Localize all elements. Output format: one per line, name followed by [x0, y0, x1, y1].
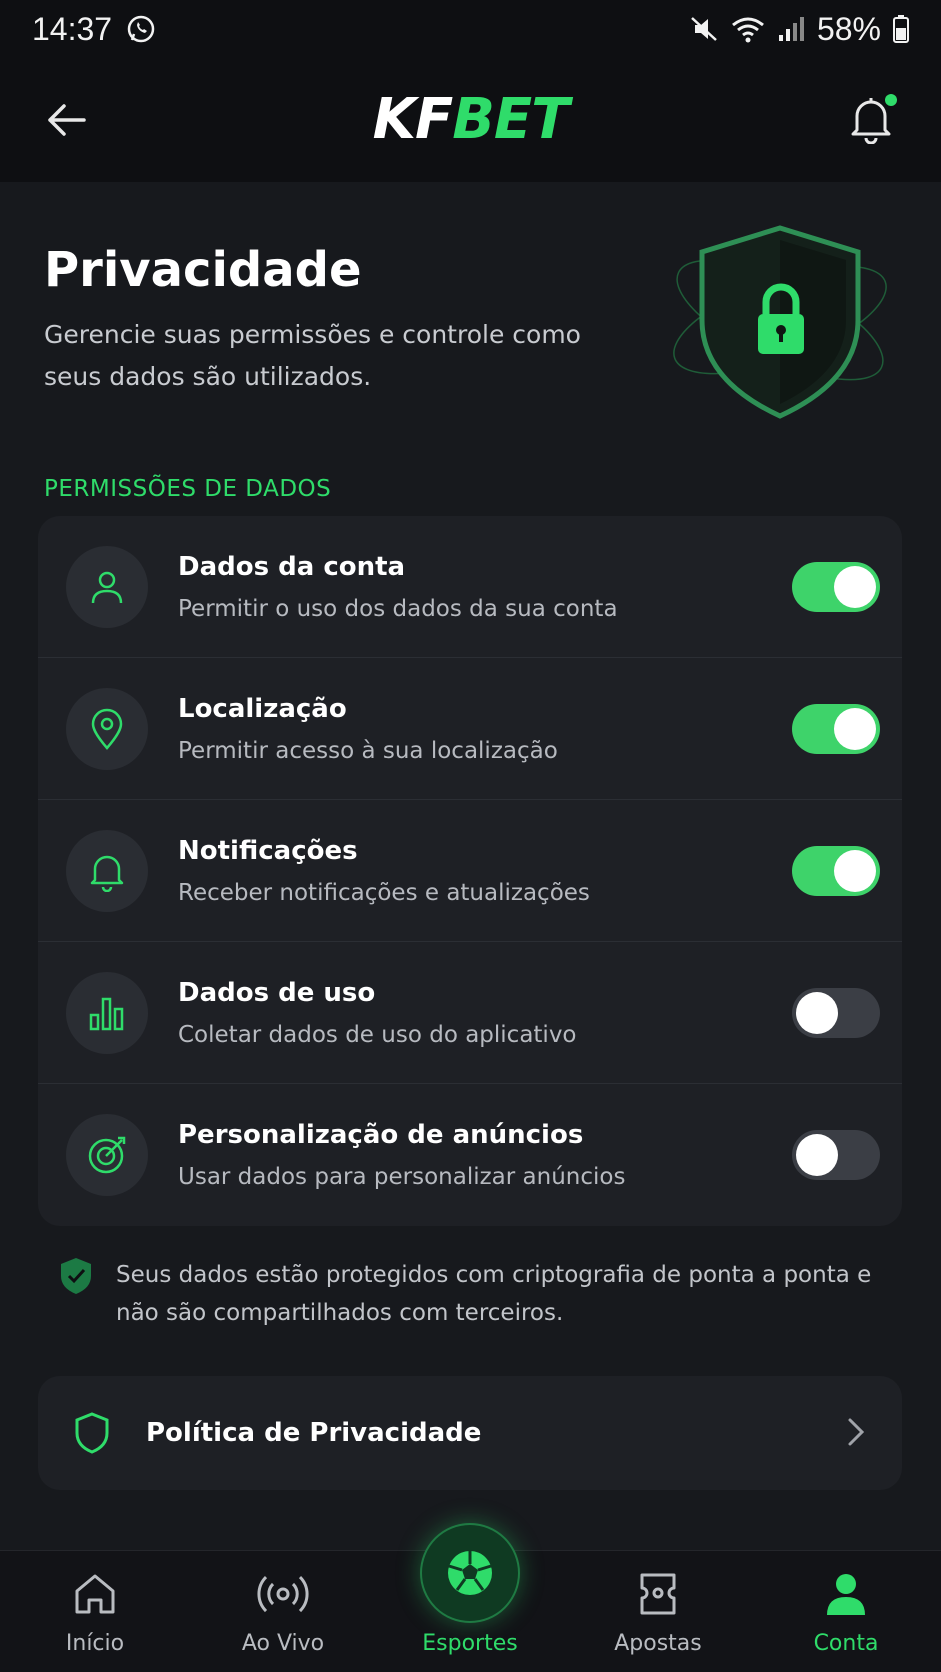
encryption-note-text: Seus dados estão protegidos com criptogr…: [116, 1262, 872, 1326]
nav-label: Apostas: [614, 1631, 702, 1656]
permission-desc: Permitir o uso dos dados da sua conta: [178, 596, 618, 622]
status-time: 14:37: [32, 10, 113, 47]
encryption-note: Seus dados estão protegidos com criptogr…: [58, 1256, 888, 1332]
toggle-knob: [796, 992, 838, 1034]
status-bar: 14:37 58%: [0, 0, 941, 58]
notification-dot: [885, 94, 897, 106]
location-pin-icon: [66, 688, 148, 770]
permission-desc: Permitir acesso à sua localização: [178, 738, 558, 764]
toggle-knob: [834, 708, 876, 750]
permission-row-location: Localização Permitir acesso à sua locali…: [38, 658, 902, 800]
nav-item-sports[interactable]: Esportes: [390, 1523, 550, 1672]
section-title-permissions: PERMISSÕES DE DADOS: [44, 476, 332, 502]
permission-desc: Receber notificações e atualizações: [178, 880, 590, 906]
arrow-left-icon: [48, 104, 86, 136]
nav-label: Conta: [813, 1631, 879, 1656]
account-icon: [824, 1571, 868, 1621]
toggle-knob: [834, 566, 876, 608]
bar-chart-icon: [66, 972, 148, 1054]
privacy-policy-label: Política de Privacidade: [146, 1418, 482, 1448]
mute-icon: [689, 15, 719, 43]
toggle-usage-data[interactable]: [792, 988, 880, 1038]
toggle-location[interactable]: [792, 704, 880, 754]
nav-label: Início: [65, 1631, 125, 1656]
kfbet-logo: KFBET: [372, 87, 570, 152]
shield-icon: [74, 1412, 110, 1458]
home-icon: [72, 1571, 118, 1621]
bottom-navigation: Início Ao Vivo Esportes Apostas Conta: [0, 1523, 941, 1672]
battery-icon: [893, 15, 909, 43]
permission-title: Personalização de anúncios: [178, 1120, 584, 1150]
permission-desc: Coletar dados de uso do aplicativo: [178, 1022, 577, 1048]
nav-item-home[interactable]: Início: [15, 1551, 175, 1672]
permissions-card: Dados da conta Permitir o uso dos dados …: [38, 516, 902, 1226]
permission-title: Notificações: [178, 836, 358, 866]
permission-row-usage-data: Dados de uso Coletar dados de uso do apl…: [38, 942, 902, 1084]
shield-lock-illustration: [660, 220, 900, 420]
target-icon: [66, 1114, 148, 1196]
toggle-knob: [796, 1134, 838, 1176]
toggle-account-data[interactable]: [792, 562, 880, 612]
back-button[interactable]: [40, 96, 92, 144]
hero-section: Privacidade Gerencie suas permissões e c…: [0, 182, 941, 442]
permission-title: Dados de uso: [178, 978, 376, 1008]
shield-check-icon: [58, 1256, 94, 1332]
user-icon: [66, 546, 148, 628]
permission-row-account-data: Dados da conta Permitir o uso dos dados …: [38, 516, 902, 658]
permission-title: Localização: [178, 694, 347, 724]
page-title: Privacidade: [44, 242, 362, 298]
battery-percent: 58%: [816, 10, 881, 47]
nav-label: Esportes: [422, 1631, 518, 1656]
signal-icon: [777, 15, 805, 43]
bell-icon: [66, 830, 148, 912]
wifi-icon: [731, 15, 765, 43]
toggle-ad-personalization[interactable]: [792, 1130, 880, 1180]
toggle-knob: [834, 850, 876, 892]
ticket-icon: [636, 1571, 680, 1621]
page-subtitle: Gerencie suas permissões e controle como…: [44, 320, 581, 391]
toggle-notifications[interactable]: [792, 846, 880, 896]
whatsapp-icon: [126, 14, 156, 44]
nav-label: Ao Vivo: [241, 1631, 325, 1656]
permission-row-notifications: Notificações Receber notificações e atua…: [38, 800, 902, 942]
privacy-policy-link[interactable]: Política de Privacidade: [38, 1376, 902, 1490]
nav-item-live[interactable]: Ao Vivo: [203, 1551, 363, 1672]
nav-item-account[interactable]: Conta: [766, 1551, 926, 1672]
permission-title: Dados da conta: [178, 552, 406, 582]
notifications-button[interactable]: [847, 92, 899, 148]
soccer-ball-icon: [420, 1523, 520, 1623]
permission-desc: Usar dados para personalizar anúncios: [178, 1164, 626, 1190]
chevron-right-icon: [846, 1416, 866, 1452]
live-broadcast-icon: [257, 1571, 309, 1621]
app-header: KFBET: [0, 58, 941, 182]
permission-row-ad-personalization: Personalização de anúncios Usar dados pa…: [38, 1084, 902, 1226]
nav-item-bets[interactable]: Apostas: [578, 1551, 738, 1672]
